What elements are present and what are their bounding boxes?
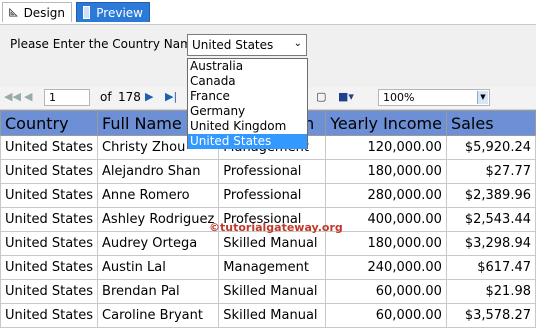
cell-sales: $2,543.44 [445,207,536,232]
cell-sales: $27.77 [445,159,536,184]
table-row: United States Caroline Bryant Skilled Ma… [0,303,536,328]
cell-sales: $3,578.27 [445,303,536,328]
country-select[interactable]: United States ⌄ [187,34,307,56]
column-header-yearly-income: Yearly Income [325,110,447,136]
watermark: ©tutorialgateway.org [209,221,343,234]
cell-country: United States [0,303,99,328]
cell-yearly-income: 60,000.00 [325,303,447,328]
tab-preview[interactable]: Preview [76,2,150,22]
previous-page-icon[interactable]: ◀ [24,90,32,103]
cell-sales: $5,920.24 [445,135,536,160]
cell-country: United States [0,135,99,160]
design-ruler-icon [9,7,18,17]
cell-country: United States [0,183,99,208]
last-page-icon[interactable]: ▶| [165,90,177,103]
table-row: United States Austin Lal Management 240,… [0,255,536,280]
page-setup-icon[interactable]: ▢ [316,90,326,103]
cell-occupation: Skilled Manual [218,303,327,328]
tab-strip: Design Preview [0,0,536,25]
dropdown-option-selected[interactable]: United States [188,134,307,149]
zoom-value: 100% [383,91,415,104]
next-page-icon[interactable]: ▶ [145,90,153,103]
chevron-down-icon[interactable]: ⌄ [294,38,302,49]
cell-full-name: Anne Romero [97,183,220,208]
first-page-icon[interactable]: ◀◀ [4,90,21,103]
page-number-input[interactable]: 1 [44,89,90,106]
cell-full-name: Brendan Pal [97,279,220,304]
cell-occupation: Management [218,255,327,280]
preview-icon [83,6,91,19]
cell-sales: $21.98 [445,279,536,304]
page-of-label: of [100,90,112,104]
cell-country: United States [0,207,99,232]
dropdown-option[interactable]: Germany [188,104,307,119]
cell-yearly-income: 60,000.00 [325,279,447,304]
cell-country: United States [0,279,99,304]
table-row: United States Alejandro Shan Professiona… [0,159,536,184]
country-dropdown-list: Australia Canada France Germany United K… [187,58,308,149]
column-header-sales: Sales [445,110,536,136]
column-header-country: Country [0,110,99,136]
cell-occupation: Skilled Manual [218,279,327,304]
zoom-select[interactable]: 100% ▼ [378,89,490,106]
cell-full-name: Audrey Ortega [97,231,220,256]
cell-occupation: Professional [218,159,327,184]
zoom-dropdown-icon[interactable]: ▼ [477,91,488,104]
cell-occupation: Skilled Manual [218,231,327,256]
cell-country: United States [0,159,99,184]
table-row: United States Anne Romero Professional 2… [0,183,536,208]
country-select-value: United States [192,38,274,52]
export-save-icon[interactable]: ■▾ [338,90,354,103]
cell-full-name: Austin Lal [97,255,220,280]
cell-yearly-income: 120,000.00 [325,135,447,160]
cell-yearly-income: 180,000.00 [325,231,447,256]
dropdown-option[interactable]: Canada [188,74,307,89]
cell-yearly-income: 240,000.00 [325,255,447,280]
cell-full-name: Ashley Rodriguez [97,207,220,232]
cell-country: United States [0,231,99,256]
tab-design-label: Design [23,5,65,20]
cell-yearly-income: 180,000.00 [325,159,447,184]
cell-sales: $3,298.94 [445,231,536,256]
tab-preview-label: Preview [96,5,143,20]
total-pages-label: 178 [118,90,141,104]
cell-yearly-income: 280,000.00 [325,183,447,208]
cell-occupation: Professional [218,183,327,208]
cell-sales: $2,389.96 [445,183,536,208]
country-parameter-label: Please Enter the Country Name [10,37,200,51]
dropdown-option[interactable]: Australia [188,59,307,74]
table-row: United States Audrey Ortega Skilled Manu… [0,231,536,256]
cell-full-name: Alejandro Shan [97,159,220,184]
cell-full-name: Caroline Bryant [97,303,220,328]
dropdown-option[interactable]: France [188,89,307,104]
tab-design[interactable]: Design [2,2,72,22]
table-row: United States Brendan Pal Skilled Manual… [0,279,536,304]
dropdown-option[interactable]: United Kingdom [188,119,307,134]
cell-yearly-income: 400,000.00 [325,207,447,232]
cell-country: United States [0,255,99,280]
cell-sales: $617.47 [445,255,536,280]
